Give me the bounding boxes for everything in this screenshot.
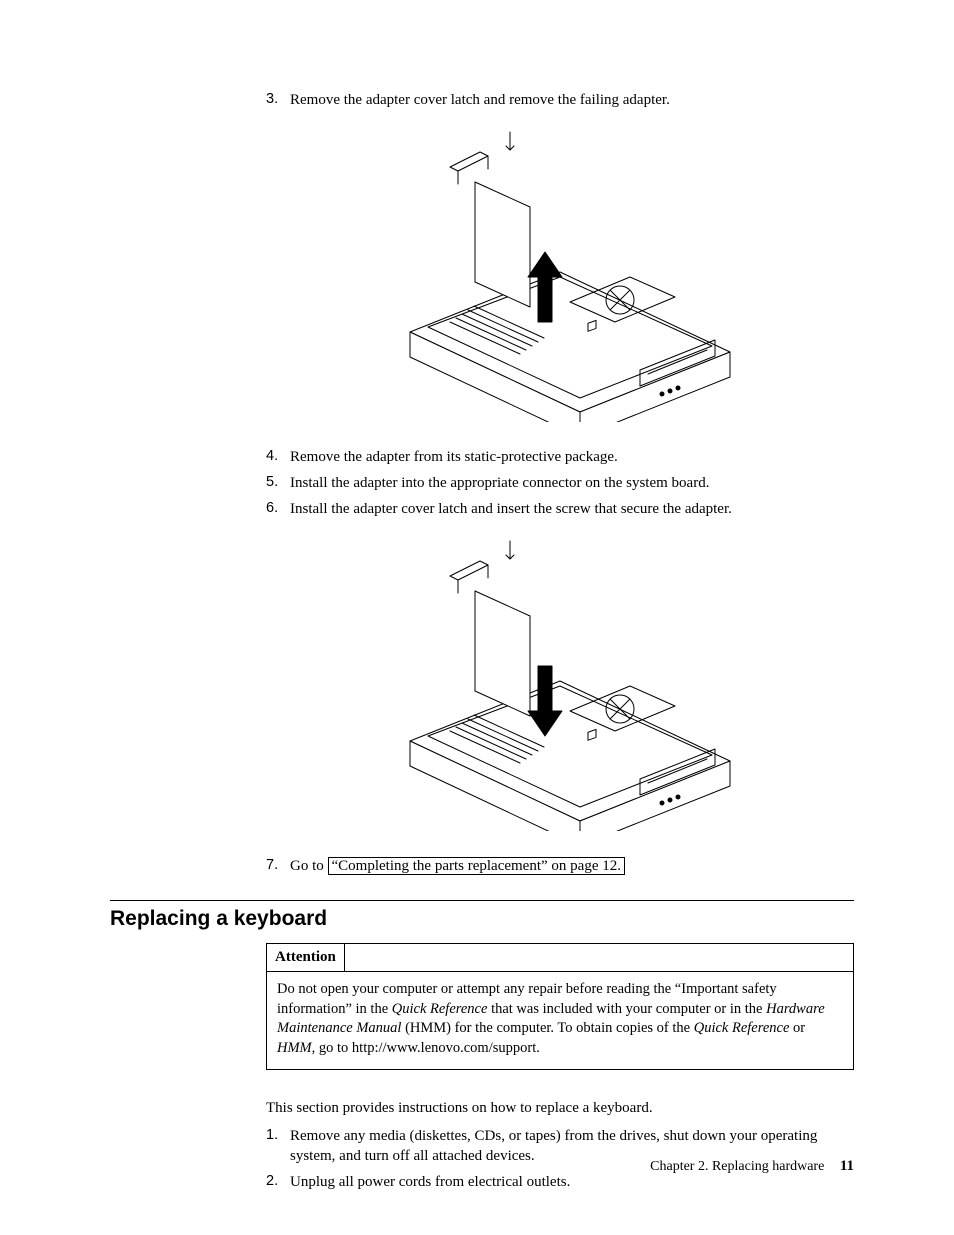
step-text: Remove the adapter cover latch and remov…	[290, 90, 854, 110]
step-number: 5.	[266, 473, 290, 493]
ordered-list-a-cont: 4. Remove the adapter from its static-pr…	[266, 447, 854, 520]
step-6: 6. Install the adapter cover latch and i…	[266, 499, 854, 519]
step-number: 4.	[266, 447, 290, 467]
step-4: 4. Remove the adapter from its static-pr…	[266, 447, 854, 467]
ordered-list-a-end: 7. Go to “Completing the parts replaceme…	[266, 856, 854, 876]
step-number: 1.	[266, 1126, 290, 1167]
step-number: 6.	[266, 499, 290, 519]
step-7: 7. Go to “Completing the parts replaceme…	[266, 856, 854, 876]
step7-prefix: Go to	[290, 858, 328, 874]
step-text: Go to “Completing the parts replacement”…	[290, 856, 854, 876]
section-divider	[110, 900, 854, 901]
attn-text: that was included with your computer or …	[487, 1001, 766, 1017]
step-text: Install the adapter cover latch and inse…	[290, 499, 854, 519]
step-3: 3. Remove the adapter cover latch and re…	[266, 90, 854, 110]
section-heading: Replacing a keyboard	[110, 905, 854, 933]
attn-text: (HMM) for the computer. To obtain copies…	[401, 1020, 693, 1036]
step-number: 2.	[266, 1172, 290, 1192]
step-text: Remove the adapter from its static-prote…	[290, 447, 854, 467]
attn-italic: Quick Reference	[694, 1020, 790, 1036]
attention-box: Attention Do not open your computer or a…	[266, 943, 854, 1070]
page-footer: Chapter 2. Replacing hardware 11	[650, 1156, 854, 1177]
chassis-illustration-up	[380, 122, 740, 422]
cross-reference-link[interactable]: “Completing the parts replacement” on pa…	[328, 857, 625, 875]
step-text: Install the adapter into the appropriate…	[290, 473, 854, 493]
figure-adapter-install	[266, 531, 854, 837]
footer-chapter: Chapter 2. Replacing hardware	[650, 1159, 824, 1174]
chassis-illustration-down	[380, 531, 740, 831]
attn-italic: HMM	[277, 1040, 312, 1056]
figure-adapter-remove	[266, 122, 854, 428]
ordered-list-a: 3. Remove the adapter cover latch and re…	[266, 90, 854, 110]
attn-text: , go to http://www.lenovo.com/support.	[312, 1040, 540, 1056]
attention-header-row: Attention	[267, 944, 853, 972]
upper-steps-block: 3. Remove the adapter cover latch and re…	[266, 90, 854, 876]
attention-body: Do not open your computer or attempt any…	[267, 972, 853, 1068]
attention-label: Attention	[267, 944, 345, 971]
footer-page-number: 11	[840, 1158, 854, 1174]
attn-text: or	[789, 1020, 805, 1036]
step-number: 3.	[266, 90, 290, 110]
attn-italic: Quick Reference	[392, 1001, 488, 1017]
step-5: 5. Install the adapter into the appropri…	[266, 473, 854, 493]
step-number: 7.	[266, 856, 290, 876]
section-intro: This section provides instructions on ho…	[266, 1098, 854, 1118]
page: 3. Remove the adapter cover latch and re…	[0, 0, 954, 1235]
